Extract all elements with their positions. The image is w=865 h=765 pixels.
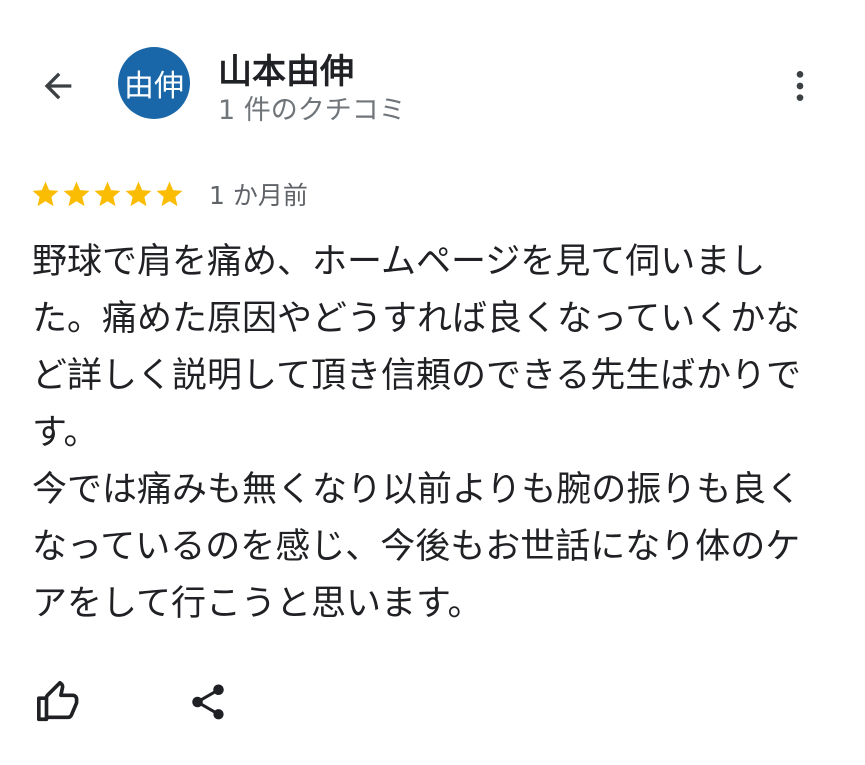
thumb-up-icon (37, 681, 79, 722)
review-paragraph: 野球で肩を痛め、ホームページを見て伺いました。痛めた原因やどうすれば良くなってい… (32, 242, 801, 453)
reviewer-name[interactable]: 山本由伸 (218, 44, 354, 93)
review-paragraph: 今では痛みも無くなり以前よりも腕の振りも良くなっているのを感じ、今後もお世話にな… (32, 470, 802, 624)
arrow-back-icon (44, 72, 72, 100)
back-button[interactable] (30, 58, 86, 114)
more-vert-icon (796, 71, 804, 101)
star-icon (32, 181, 59, 206)
star-rating (30, 179, 185, 210)
more-options-button[interactable] (774, 60, 826, 112)
star-icon (63, 181, 90, 206)
star-icon (94, 181, 121, 206)
share-button[interactable] (180, 674, 236, 730)
review-header: 由伸 山本由伸 1 件のクチコミ (0, 0, 865, 150)
star-icon (125, 181, 152, 206)
review-time: 1 か月前 (209, 181, 308, 210)
avatar-initials: 由伸 (124, 69, 184, 104)
star-icon (156, 181, 183, 206)
review-actions (30, 672, 236, 732)
like-button[interactable] (30, 674, 86, 730)
review-count: 1 件のクチコミ (218, 95, 406, 126)
review-body: 野球で肩を痛め、ホームページを見て伺いました。痛めた原因やどうすれば良くなってい… (32, 234, 832, 633)
share-icon (192, 684, 224, 720)
avatar[interactable]: 由伸 (118, 47, 190, 119)
rating-row: 1 か月前 (30, 174, 308, 214)
